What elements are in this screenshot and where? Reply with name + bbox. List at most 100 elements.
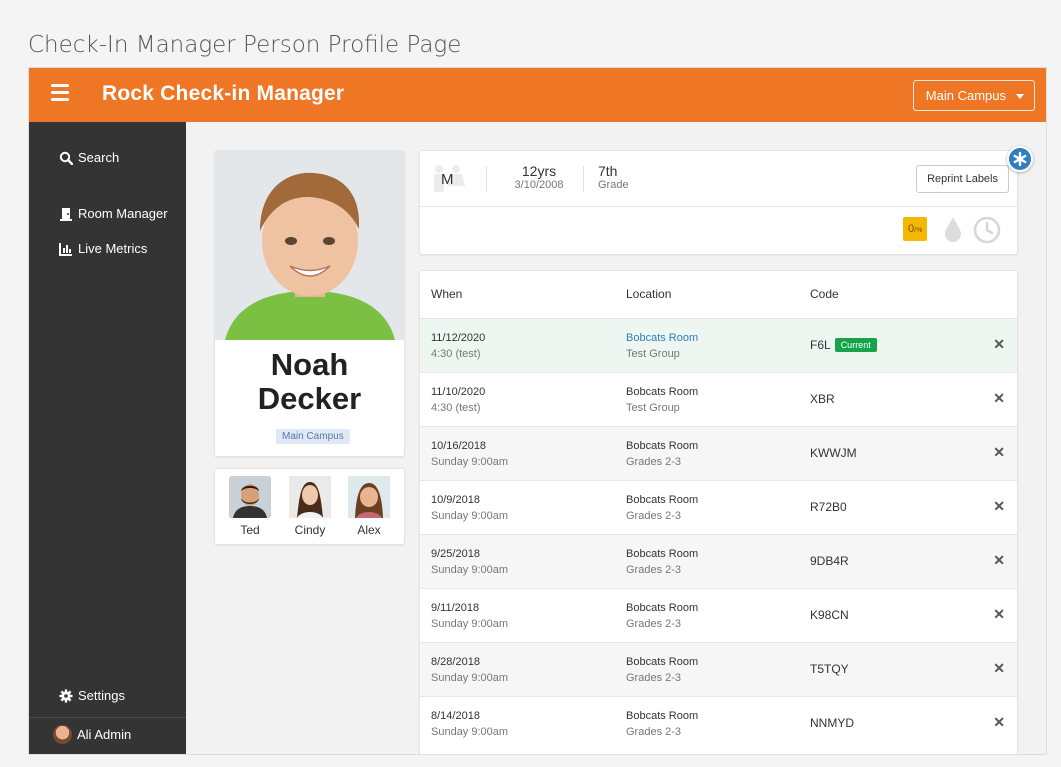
when-cell: 8/28/2018 Sunday 9:00am [431, 654, 508, 686]
family-member-photo-image [229, 476, 271, 518]
remove-icon[interactable]: ✕ [993, 498, 1005, 515]
menu-icon[interactable] [51, 84, 69, 104]
sidebar-item-search[interactable]: Search [59, 150, 119, 165]
reprint-labels-button[interactable]: Reprint Labels [916, 165, 1009, 193]
location-cell: Bobcats Room Grades 2-3 [626, 600, 698, 632]
search-icon [59, 151, 73, 165]
group-name: Test Group [626, 348, 680, 360]
column-header-when: When [431, 287, 463, 301]
security-code: T5TQY [810, 662, 849, 676]
when-time: Sunday 9:00am [431, 726, 509, 738]
security-code: R72B0 [810, 500, 847, 514]
remove-icon[interactable]: ✕ [993, 390, 1005, 407]
family-member[interactable]: Alex [348, 476, 390, 537]
when-time: 4:30 (test) [431, 348, 481, 360]
family-member-photo [229, 476, 271, 518]
location-name: Bobcats Room [626, 602, 699, 614]
table-row[interactable]: 9/11/2018 Sunday 9:00am Bobcats Room Grades… [420, 588, 1017, 642]
user-name: Ali Admin [77, 727, 132, 742]
when-date: 8/14/2018 [431, 710, 480, 722]
table-row[interactable]: 8/28/2018 Sunday 9:00am Bobcats Room Grades… [420, 642, 1017, 696]
when-date: 8/28/2018 [431, 656, 480, 668]
location-cell: Bobcats Room Grades 2-3 [626, 546, 698, 578]
table-row[interactable]: 10/16/2018 Sunday 9:00am Bobcats Room Grade… [420, 426, 1017, 480]
family-member[interactable]: Cindy [289, 476, 331, 537]
campus-dropdown[interactable]: Main Campus [912, 80, 1035, 111]
allergy-drop-icon [945, 217, 961, 242]
remove-icon[interactable]: ✕ [993, 444, 1005, 461]
attendance-table: When Location Code 11/12/2020 4:30 (test)… [419, 270, 1018, 754]
location-cell: Bobcats Room Grades 2-3 [626, 438, 698, 470]
family-member-photo [289, 476, 331, 518]
location-name: Bobcats Room [626, 656, 699, 668]
group-name: Grades 2-3 [626, 672, 682, 684]
stats-card: M 12yrs 3/10/2008 7th Grade Reprint Labe… [419, 150, 1018, 255]
table-row[interactable]: 8/14/2018 Sunday 9:00am Bobcats Room Grades… [420, 696, 1017, 750]
family-member-name: Cindy [294, 523, 326, 537]
code-cell: K98CN [810, 608, 849, 622]
location-name: Bobcats Room [626, 548, 699, 560]
when-cell: 11/10/2020 4:30 (test) [431, 384, 485, 416]
column-header-code: Code [810, 287, 839, 301]
remove-icon[interactable]: ✕ [993, 336, 1005, 353]
person-name: Noah Decker [215, 348, 404, 416]
when-time: Sunday 9:00am [431, 618, 509, 630]
when-cell: 10/9/2018 Sunday 9:00am [431, 492, 508, 524]
table-row[interactable]: 10/9/2018 Sunday 9:00am Bobcats Room Grades… [420, 480, 1017, 534]
remove-icon[interactable]: ✕ [993, 660, 1005, 677]
app-title: Rock Check-in Manager [102, 82, 345, 105]
family-member[interactable]: Ted [229, 476, 271, 537]
when-time: Sunday 9:00am [431, 672, 509, 684]
person-photo-image [215, 151, 404, 340]
location-cell: Bobcats Room Grades 2-3 [626, 708, 698, 740]
clock-icon [973, 216, 1001, 244]
location-name: Bobcats Room [626, 494, 699, 506]
sidebar-item-label: Live Metrics [78, 241, 148, 256]
when-date: 11/10/2020 [431, 386, 486, 398]
caret-down-icon [1016, 94, 1024, 99]
current-badge: Current [834, 338, 877, 352]
column-header-location: Location [626, 287, 672, 301]
sidebar-item-label: Settings [78, 688, 125, 703]
edit-button[interactable] [1007, 146, 1033, 172]
table-row[interactable]: 11/12/2020 4:30 (test) Bobcats Room Test Gr… [420, 318, 1017, 372]
age-stat: 12yrs 3/10/2008 [498, 163, 580, 191]
group-name: Test Group [626, 402, 680, 414]
when-cell: 11/12/2020 4:30 (test) [431, 330, 485, 362]
location-name: Bobcats Room [626, 710, 699, 722]
location-cell: Bobcats Room Grades 2-3 [626, 492, 698, 524]
location-name: Bobcats Room [626, 386, 699, 398]
sidebar-item-room-manager[interactable]: Room Manager [59, 206, 168, 221]
group-name: Grades 2-3 [626, 456, 682, 468]
location-name[interactable]: Bobcats Room [626, 330, 698, 346]
security-code: KWWJM [810, 446, 857, 460]
campus-dropdown-label: Main Campus [925, 88, 1006, 103]
when-date: 10/9/2018 [431, 494, 480, 506]
family-member-photo-image [348, 476, 390, 518]
code-cell: 9DB4R [810, 554, 849, 568]
door-icon [60, 207, 72, 221]
page-caption: Check-In Manager Person Profile Page [28, 32, 462, 58]
grade-stat: 7th Grade [598, 163, 629, 191]
person-card: Noah Decker Main Campus [214, 150, 405, 457]
user-menu[interactable]: Ali Admin [53, 725, 131, 744]
grade-label: Grade [598, 179, 629, 191]
table-row[interactable]: 11/10/2020 4:30 (test) Bobcats Room Test Gr… [420, 372, 1017, 426]
sidebar-item-live-metrics[interactable]: Live Metrics [59, 241, 147, 256]
when-date: 9/11/2018 [431, 602, 480, 614]
when-time: 4:30 (test) [431, 402, 481, 414]
code-cell: KWWJM [810, 446, 857, 460]
family-card: Ted Cindy Alex [214, 468, 405, 545]
stats-row: M 12yrs 3/10/2008 7th Grade Reprint Labe… [420, 151, 1017, 207]
when-date: 10/16/2018 [431, 440, 487, 452]
remove-icon[interactable]: ✕ [993, 552, 1005, 569]
score-suffix: /% [914, 227, 923, 234]
sidebar-item-label: Room Manager [78, 206, 168, 221]
when-cell: 10/16/2018 Sunday 9:00am [431, 438, 508, 470]
security-code: F6L [810, 338, 831, 352]
sidebar-item-settings[interactable]: Settings [59, 688, 125, 703]
when-cell: 9/11/2018 Sunday 9:00am [431, 600, 508, 632]
remove-icon[interactable]: ✕ [993, 606, 1005, 623]
table-row[interactable]: 9/25/2018 Sunday 9:00am Bobcats Room Grades… [420, 534, 1017, 588]
remove-icon[interactable]: ✕ [993, 714, 1005, 731]
